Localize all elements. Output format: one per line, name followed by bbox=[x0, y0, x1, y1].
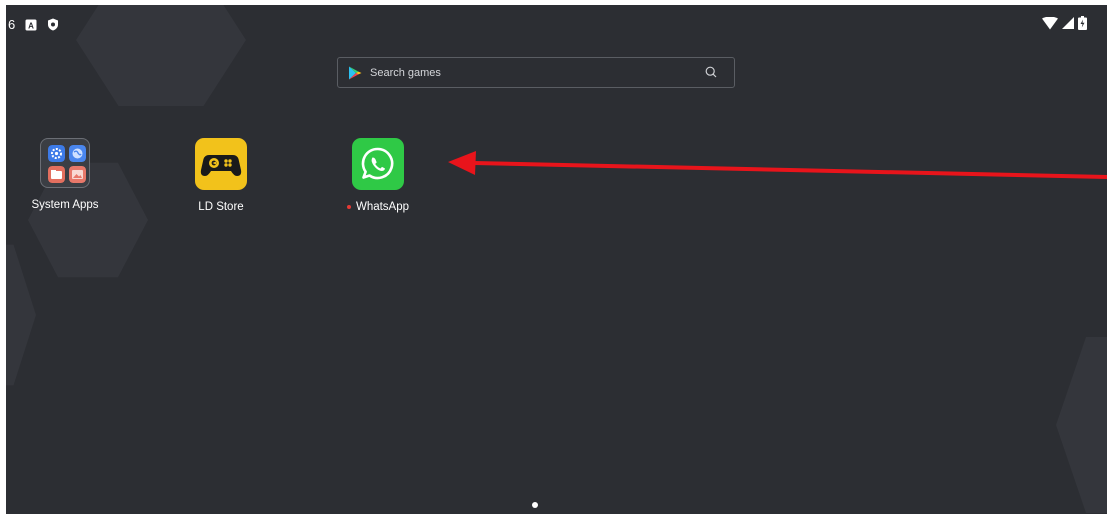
app-ld-store[interactable]: LD Store bbox=[171, 138, 271, 213]
app-label: WhatsApp bbox=[328, 201, 428, 213]
folder-icon[interactable] bbox=[40, 138, 90, 188]
app-label: LD Store bbox=[171, 201, 271, 213]
arrow-shaft bbox=[473, 161, 1107, 179]
page-indicator-dot bbox=[532, 502, 538, 508]
status-bar: 6 A bbox=[6, 5, 1107, 35]
play-store-icon bbox=[349, 66, 362, 79]
app-label: System Apps bbox=[15, 199, 115, 211]
arrow-head bbox=[448, 151, 476, 175]
status-number: 6 bbox=[8, 17, 16, 32]
whatsapp-icon[interactable] bbox=[352, 138, 404, 190]
files-mini-icon bbox=[48, 166, 65, 183]
battery-icon bbox=[1078, 16, 1087, 30]
home-screen: 6 A Search games System Apps LD Store Wh… bbox=[6, 5, 1107, 514]
background-hexagon bbox=[1056, 337, 1107, 513]
new-indicator-dot bbox=[346, 205, 351, 209]
svg-text:A: A bbox=[28, 21, 34, 30]
shield-icon bbox=[48, 18, 59, 31]
app-label-text: WhatsApp bbox=[355, 201, 410, 213]
search-bar[interactable]: Search games bbox=[337, 57, 735, 88]
app-label-text: System Apps bbox=[31, 199, 99, 211]
settings-mini-icon bbox=[48, 145, 65, 162]
wifi-icon bbox=[1042, 16, 1058, 29]
gamepad-icon[interactable] bbox=[195, 138, 247, 190]
app-system-apps[interactable]: System Apps bbox=[15, 138, 115, 211]
app-whatsapp[interactable]: WhatsApp bbox=[328, 138, 428, 213]
search-input[interactable]: Search games bbox=[370, 67, 441, 79]
status-right bbox=[1042, 16, 1087, 30]
status-left: 6 A bbox=[8, 17, 59, 32]
signal-icon bbox=[1062, 17, 1074, 29]
browser-mini-icon bbox=[69, 145, 86, 162]
a-box-icon: A bbox=[25, 19, 37, 30]
app-label-text: LD Store bbox=[198, 201, 244, 213]
background-hexagon bbox=[6, 244, 36, 386]
search-icon[interactable] bbox=[705, 66, 717, 78]
gallery-mini-icon bbox=[69, 166, 86, 183]
